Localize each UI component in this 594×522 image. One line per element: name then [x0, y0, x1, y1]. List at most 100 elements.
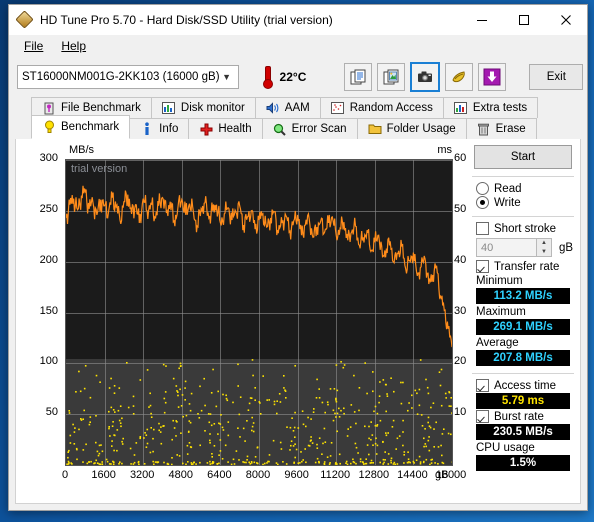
y-axis-tick-label: 100 — [39, 355, 58, 368]
info-icon — [140, 122, 154, 136]
exit-button[interactable]: Exit — [529, 64, 584, 90]
divider-1 — [472, 176, 574, 177]
copy-text-button[interactable] — [344, 63, 373, 91]
short-stroke-stepper[interactable]: 40 ▲ ▼ gB — [476, 238, 574, 257]
tab-health[interactable]: Health — [188, 118, 263, 139]
copy-image-button[interactable] — [377, 63, 406, 91]
tab-row-primary: Benchmark Info Health Error Scan Folder … — [9, 115, 587, 139]
menu-help[interactable]: Help — [52, 37, 95, 55]
menu-file-label: File — [24, 39, 44, 53]
screenshot-camera-icon — [418, 71, 433, 82]
checkbox-access-time[interactable]: Access time — [472, 379, 574, 392]
copy-text-icon — [350, 69, 366, 84]
access-time-value: 5.79 ms — [476, 393, 570, 409]
y-axis-tick-label: 300 — [39, 152, 58, 164]
y-axis-tick-label: 200 — [39, 253, 58, 266]
checkbox-transfer-rate[interactable]: Transfer rate — [472, 260, 574, 273]
maximum-value: 269.1 MB/s — [476, 319, 570, 335]
cpu-usage-value: 1.5% — [476, 455, 570, 471]
cpu-usage-label: CPU usage — [476, 442, 535, 454]
maximize-button[interactable] — [503, 5, 545, 35]
radio-read[interactable]: Read — [472, 182, 574, 195]
checkbox-burst-rate-control[interactable] — [476, 410, 489, 423]
tab-folder-usage[interactable]: Folder Usage — [356, 118, 467, 139]
checkbox-burst-rate[interactable]: Burst rate — [472, 410, 574, 423]
checkbox-transfer-rate-label: Transfer rate — [494, 260, 560, 273]
radio-read-control[interactable] — [476, 182, 489, 195]
window-controls — [461, 5, 587, 35]
tab-file-benchmark-label: File Benchmark — [61, 102, 141, 114]
benchmark-chart: MB/s ms trial version 300 250 200 150 100 50 … — [22, 143, 467, 483]
minimum-value: 113.2 MB/s — [476, 288, 570, 304]
temperature-value: 22°C — [279, 70, 307, 84]
tab-extra-tests-label: Extra tests — [472, 102, 528, 114]
tab-erase[interactable]: Erase — [465, 118, 537, 139]
tab-error-scan-label: Error Scan — [291, 123, 347, 135]
checkbox-short-stroke-label: Short stroke — [494, 222, 556, 235]
minimum-label: Minimum — [476, 275, 523, 287]
tab-info-label: Info — [159, 123, 179, 135]
checkbox-access-time-control[interactable] — [476, 379, 489, 392]
download-arrow-icon — [483, 68, 501, 86]
radio-read-label: Read — [494, 182, 522, 195]
tab-random-access[interactable]: Random Access — [319, 97, 444, 118]
x-axis-tick-label: 8000 — [245, 469, 271, 481]
y-axis-tick-label: 150 — [39, 304, 58, 317]
benchmark-panel: MB/s ms trial version 300 250 200 150 100 50 … — [15, 139, 581, 504]
speaker-icon — [266, 101, 280, 115]
radio-write[interactable]: Write — [472, 196, 574, 209]
tab-info[interactable]: Info — [129, 118, 190, 139]
app-logo-icon — [15, 10, 34, 29]
spin-up-icon[interactable]: ▲ — [537, 239, 551, 248]
short-stroke-unit: gB — [559, 241, 574, 254]
minimize-button[interactable] — [461, 5, 503, 35]
x-axis-tick-label: 11200 — [320, 469, 351, 481]
average-value: 207.8 MB/s — [476, 350, 570, 366]
screenshot-button[interactable] — [410, 62, 441, 92]
tab-random-access-label: Random Access — [349, 102, 433, 114]
y2-axis-label: ms — [437, 144, 452, 156]
download-button[interactable] — [478, 63, 507, 91]
magnifier-icon — [273, 122, 287, 136]
spin-down-icon[interactable]: ▼ — [537, 248, 551, 257]
tab-folder-usage-label: Folder Usage — [386, 123, 456, 135]
divider-3 — [472, 373, 574, 374]
tab-aam[interactable]: AAM — [254, 97, 321, 118]
chart-plot-area: trial version — [65, 159, 453, 466]
tab-benchmark-label: Benchmark — [61, 121, 120, 133]
radio-write-label: Write — [494, 196, 521, 209]
scatter-icon — [331, 101, 345, 115]
tab-disk-monitor[interactable]: Disk monitor — [150, 97, 256, 118]
checkbox-short-stroke[interactable]: Short stroke — [472, 222, 574, 235]
toolbar-buttons: Exit — [344, 62, 584, 92]
checkbox-short-stroke-control[interactable] — [476, 222, 489, 235]
toolbar: ST16000NM001G-2KK103 (16000 gB) ▼ 22°C E… — [9, 57, 587, 97]
short-stroke-spin-buttons[interactable]: ▲ ▼ — [537, 238, 552, 257]
drive-selector-value: ST16000NM001G-2KK103 (16000 gB) — [22, 71, 220, 83]
tab-extra-tests[interactable]: Extra tests — [442, 97, 539, 118]
burst-rate-value: 230.5 MB/s — [476, 424, 570, 440]
close-button[interactable] — [545, 5, 587, 35]
tab-disk-monitor-label: Disk monitor — [180, 102, 245, 114]
copy-image-icon — [383, 69, 399, 84]
tab-strips: File Benchmark Disk monitor AAM Random A… — [9, 97, 587, 139]
access-time-scatter — [66, 359, 452, 465]
short-stroke-input[interactable]: 40 — [476, 238, 537, 257]
x-axis-tick-label: 1600 — [91, 469, 116, 481]
drive-selector[interactable]: ST16000NM001G-2KK103 (16000 gB) ▼ — [17, 65, 239, 89]
chevron-down-icon: ▼ — [222, 72, 231, 82]
x-axis-tick-label: 9600 — [284, 469, 309, 481]
folder-gold-button[interactable] — [445, 63, 474, 91]
divider-2 — [472, 216, 574, 217]
tab-benchmark[interactable]: Benchmark — [31, 115, 131, 139]
thermometer-icon — [261, 65, 273, 89]
chart-series-layer — [66, 185, 452, 465]
radio-write-control[interactable] — [476, 196, 489, 209]
trash-icon — [477, 122, 491, 136]
x-axis-tick-label: 6400 — [207, 469, 232, 481]
x-axis-unit-label: gB — [435, 469, 449, 481]
start-button[interactable]: Start — [474, 145, 572, 169]
tab-error-scan[interactable]: Error Scan — [261, 118, 358, 139]
checkbox-transfer-rate-control[interactable] — [476, 260, 489, 273]
menu-file[interactable]: File — [15, 37, 52, 55]
